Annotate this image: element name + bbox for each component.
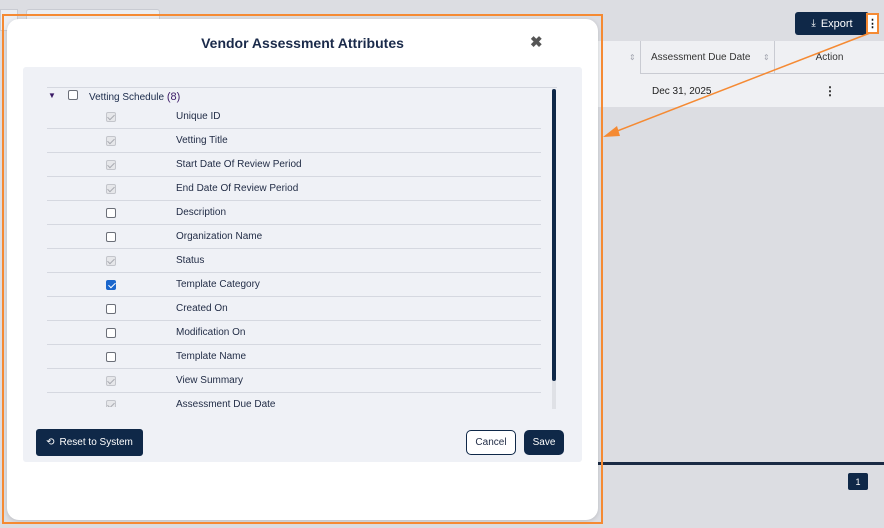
attribute-label: Assessment Due Date <box>176 399 276 407</box>
attribute-row[interactable]: Created On <box>47 297 541 321</box>
attribute-label: Vetting Title <box>176 135 228 146</box>
group-count: (8) <box>166 91 181 103</box>
attributes-list[interactable]: ▼ Vetting Schedule (8) Unique ID Vetting … <box>47 87 567 407</box>
attribute-checkbox <box>106 400 116 407</box>
attribute-row: View Summary <box>47 369 541 393</box>
attribute-checkbox <box>106 136 116 146</box>
close-icon[interactable]: ✖ <box>530 33 543 51</box>
group-label: Vetting Schedule (8) <box>89 91 181 103</box>
attributes-panel: ▼ Vetting Schedule (8) Unique ID Vetting … <box>23 67 582 462</box>
attribute-checkbox[interactable] <box>106 208 116 218</box>
attribute-label: Template Name <box>176 351 247 362</box>
attribute-row[interactable]: Modification On <box>47 321 541 345</box>
pagination-page-button[interactable]: 1 <box>848 473 868 490</box>
group-checkbox[interactable] <box>68 90 78 100</box>
sort-icon[interactable]: ⇕ <box>629 53 636 62</box>
attribute-checkbox <box>106 256 116 266</box>
attribute-checkbox <box>106 184 116 194</box>
vendor-assessment-attributes-modal: Vendor Assessment Attributes ✖ ▼ Vetting… <box>7 19 598 520</box>
reset-icon: ⟲ <box>46 437 55 448</box>
sort-icon[interactable]: ⇕ <box>763 53 770 62</box>
table-bottom-divider <box>598 462 884 465</box>
attribute-label: View Summary <box>176 375 244 386</box>
export-label: Export <box>820 17 853 30</box>
attribute-label: Modification On <box>176 327 246 338</box>
group-row-vetting-schedule[interactable]: ▼ Vetting Schedule (8) <box>47 87 557 105</box>
attribute-label: Start Date Of Review Period <box>176 159 302 170</box>
attribute-row[interactable]: Template Category <box>47 273 541 297</box>
cell-due-date: Dec 31, 2025 <box>652 85 712 97</box>
caret-down-icon[interactable]: ▼ <box>48 91 56 100</box>
row-action-kebab-icon[interactable]: ⋮ <box>824 75 836 107</box>
reset-label: Reset to System <box>59 437 133 448</box>
attribute-row[interactable]: Description <box>47 201 541 225</box>
attribute-checkbox[interactable] <box>106 232 116 242</box>
scrollbar-thumb[interactable] <box>552 89 556 381</box>
attribute-row: Assessment Due Date <box>47 393 541 407</box>
download-icon: ⤓ <box>811 18 816 29</box>
attribute-label: End Date Of Review Period <box>176 183 299 194</box>
attribute-label: Template Category <box>176 279 260 290</box>
scrollbar[interactable] <box>552 89 556 409</box>
attribute-checkbox <box>106 160 116 170</box>
attribute-row: End Date Of Review Period <box>47 177 541 201</box>
attribute-checkbox[interactable] <box>106 280 116 290</box>
attribute-label: Status <box>176 255 205 266</box>
column-header-action: Action <box>774 41 884 74</box>
column-settings-kebab-icon[interactable]: ⋮ <box>866 13 879 34</box>
column-header-assessment-due-date[interactable]: Assessment Due Date <box>640 41 774 74</box>
background-table: ⇕ Assessment Due Date ⇕ Action Dec 31, 2… <box>598 41 884 107</box>
attribute-label: Organization Name <box>176 231 263 242</box>
attribute-checkbox[interactable] <box>106 304 116 314</box>
attribute-row: Start Date Of Review Period <box>47 153 541 177</box>
attribute-checkbox <box>106 112 116 122</box>
attribute-checkbox[interactable] <box>106 328 116 338</box>
export-button[interactable]: ⤓ Export <box>795 12 869 35</box>
cancel-button[interactable]: Cancel <box>466 430 516 455</box>
reset-to-system-button[interactable]: ⟲ Reset to System <box>36 429 143 456</box>
attribute-label: Created On <box>176 303 228 314</box>
attribute-label: Unique ID <box>176 111 221 122</box>
attribute-row[interactable]: Template Name <box>47 345 541 369</box>
attribute-checkbox[interactable] <box>106 352 116 362</box>
save-button[interactable]: Save <box>524 430 564 455</box>
attribute-checkbox <box>106 376 116 386</box>
attribute-label: Description <box>176 207 227 218</box>
attribute-row: Status <box>47 249 541 273</box>
attribute-row[interactable]: Organization Name <box>47 225 541 249</box>
attribute-row: Unique ID <box>47 105 541 129</box>
attribute-row: Vetting Title <box>47 129 541 153</box>
modal-title: Vendor Assessment Attributes <box>201 35 404 51</box>
